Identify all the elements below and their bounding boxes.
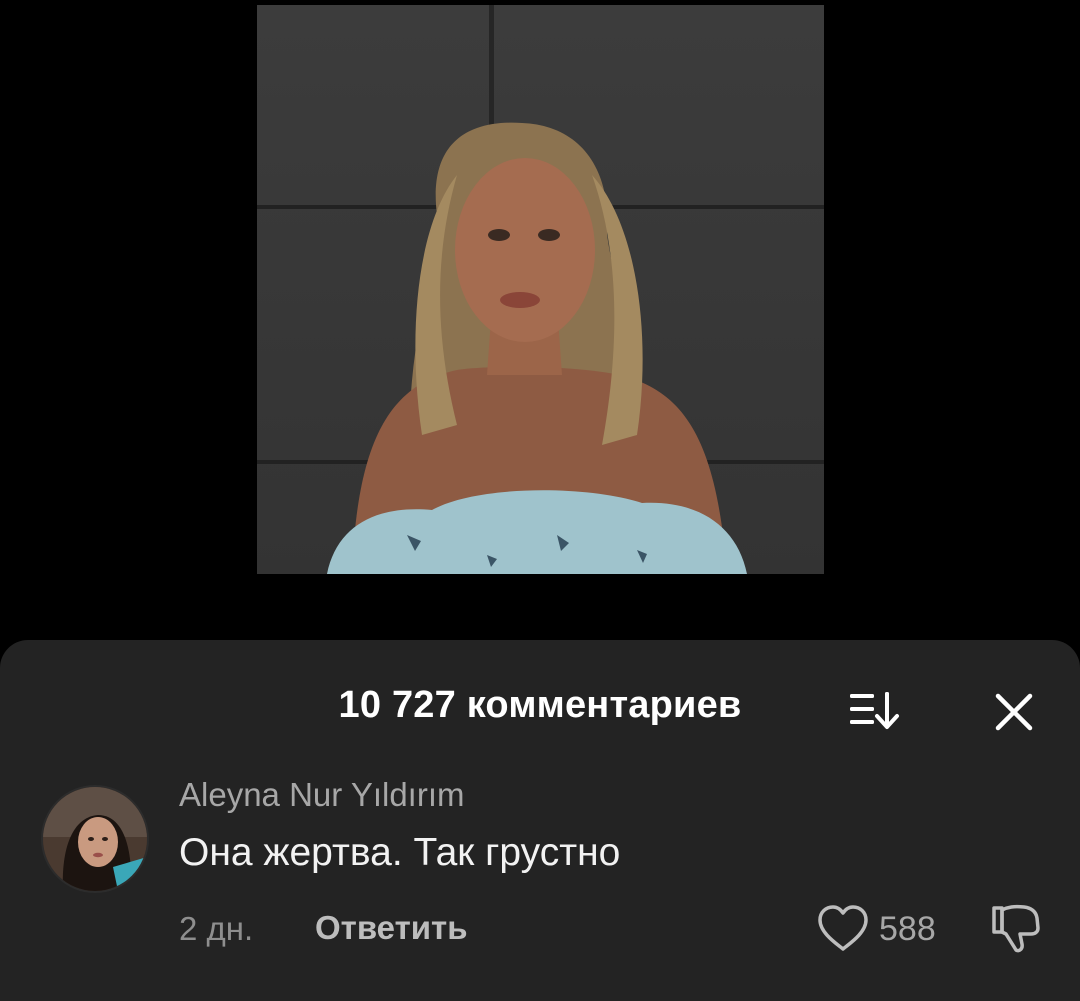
comment-time: 2 дн. — [179, 910, 254, 947]
like-count: 588 — [879, 910, 936, 948]
avatar-image — [43, 787, 147, 891]
like-button[interactable] — [815, 904, 871, 954]
comment-author[interactable]: Aleyna Nur Yıldırım — [179, 776, 465, 814]
close-icon — [995, 693, 1033, 731]
comment-text: Она жертва. Так грустно — [179, 831, 621, 874]
video-area[interactable] — [0, 0, 1080, 640]
dislike-button[interactable] — [988, 902, 1044, 956]
video-portrait-image — [327, 122, 747, 574]
reply-button[interactable]: Ответить — [315, 909, 468, 947]
comments-count-title: 10 727 комментариев — [338, 684, 742, 726]
thumbs-down-icon — [992, 904, 1040, 953]
sort-icon — [850, 692, 899, 729]
comments-sheet: 10 727 комментариев Aleyna Nur Yıldırım … — [0, 640, 1080, 1001]
avatar[interactable] — [41, 785, 149, 893]
video-frame[interactable] — [257, 5, 824, 574]
comment-item: Aleyna Nur Yıldırım Она жертва. Так грус… — [0, 770, 1080, 1000]
sort-button[interactable] — [848, 688, 904, 732]
heart-icon — [818, 905, 868, 951]
close-button[interactable] — [990, 688, 1038, 736]
